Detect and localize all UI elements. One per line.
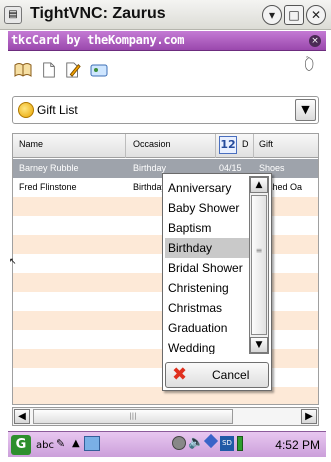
gear-icon[interactable] [172, 436, 186, 450]
arrow-up-icon[interactable]: ▲ [72, 438, 80, 449]
cell-name: Fred Flinstone [19, 182, 77, 192]
roll-up-button[interactable]: ▾ [262, 5, 282, 25]
column-divider[interactable] [125, 134, 126, 158]
app-close-icon[interactable]: × [309, 35, 321, 47]
list-item[interactable]: Christmas [168, 298, 250, 318]
list-item[interactable]: Anniversary [168, 178, 250, 198]
speaker-icon[interactable]: 🔈 [188, 435, 204, 450]
scroll-thumb[interactable]: ||| [33, 409, 233, 424]
smiley-icon [18, 102, 34, 118]
app-title-bar: tkcCard by theKompany.com × [8, 31, 326, 51]
sd-card-icon[interactable]: SD [220, 436, 234, 451]
occasion-popup: Anniversary Baby Shower Baptism Birthday… [162, 173, 272, 391]
cell-name: Barney Rubble [19, 163, 79, 173]
battery-icon[interactable] [237, 436, 243, 451]
column-header-occasion[interactable]: Occasion [133, 139, 171, 149]
category-selected-label: Gift List [37, 103, 78, 117]
system-menu-icon[interactable]: ▤ [4, 6, 22, 24]
toolbar [8, 52, 326, 86]
occasion-list[interactable]: Anniversary Baby Shower Baptism Birthday… [165, 176, 250, 354]
list-item[interactable]: Wedding [168, 338, 250, 354]
table-header: Name Occasion 12 D Gift [13, 134, 318, 158]
taskbar: G abc ✎ ▲ 🔈 SD 4:52 PM [8, 431, 326, 457]
input-method-label[interactable]: abc [36, 440, 54, 451]
scroll-down-icon[interactable]: ▼ [250, 337, 268, 353]
list-item-selected[interactable]: Birthday [165, 238, 250, 258]
column-header-name[interactable]: Name [19, 139, 43, 149]
list-item[interactable]: Baptism [168, 218, 250, 238]
cell-gift: Shoes [259, 163, 285, 173]
close-icon: ✖ [172, 364, 188, 385]
clock[interactable]: 4:52 PM [275, 438, 320, 452]
start-menu-icon[interactable]: G [11, 435, 31, 455]
vnc-title-bar: ▤ TightVNC: Zaurus ▾ □ ✕ [0, 0, 331, 30]
cell-date: 04/15 [219, 163, 242, 173]
vertical-scrollbar[interactable]: ▲ ≡ ▼ [249, 176, 269, 354]
cancel-label: Cancel [212, 368, 250, 382]
maximize-button[interactable]: □ [284, 5, 304, 25]
list-item[interactable]: Bridal Shower [168, 258, 250, 278]
cell-occasion: Birthday [133, 163, 167, 173]
column-header-date[interactable]: D [242, 139, 249, 149]
scroll-thumb[interactable]: ≡ [251, 195, 267, 335]
touch-icon[interactable] [300, 56, 318, 72]
pen-input-icon[interactable]: ✎ [56, 437, 65, 450]
list-item[interactable]: Christening [168, 278, 250, 298]
horizontal-scrollbar[interactable]: ◀ ||| ▶ [12, 407, 319, 426]
window-title: TightVNC: Zaurus [30, 5, 166, 22]
card-icon[interactable] [90, 62, 108, 78]
mouse-cursor-icon: ↖ [9, 257, 17, 267]
window-icon[interactable] [84, 436, 100, 451]
open-book-icon[interactable] [14, 62, 32, 78]
scroll-right-icon[interactable]: ▶ [301, 409, 317, 424]
edit-pencil-icon[interactable] [64, 62, 82, 78]
app-title: tkcCard by theKompany.com [11, 33, 185, 47]
calendar-icon: 12 [219, 136, 237, 154]
network-icon[interactable] [203, 433, 219, 449]
category-select[interactable]: Gift List ▼ [12, 96, 319, 124]
close-window-button[interactable]: ✕ [306, 5, 326, 25]
list-item[interactable]: Baby Shower [168, 198, 250, 218]
scroll-left-icon[interactable]: ◀ [14, 409, 30, 424]
list-item[interactable]: Graduation [168, 318, 250, 338]
column-divider[interactable] [253, 134, 254, 158]
column-divider[interactable] [215, 134, 216, 158]
chevron-down-icon[interactable]: ▼ [295, 99, 316, 121]
cancel-button[interactable]: ✖ Cancel [165, 362, 269, 388]
column-header-gift[interactable]: Gift [259, 139, 273, 149]
scroll-up-icon[interactable]: ▲ [250, 177, 268, 193]
new-document-icon[interactable] [40, 62, 58, 78]
